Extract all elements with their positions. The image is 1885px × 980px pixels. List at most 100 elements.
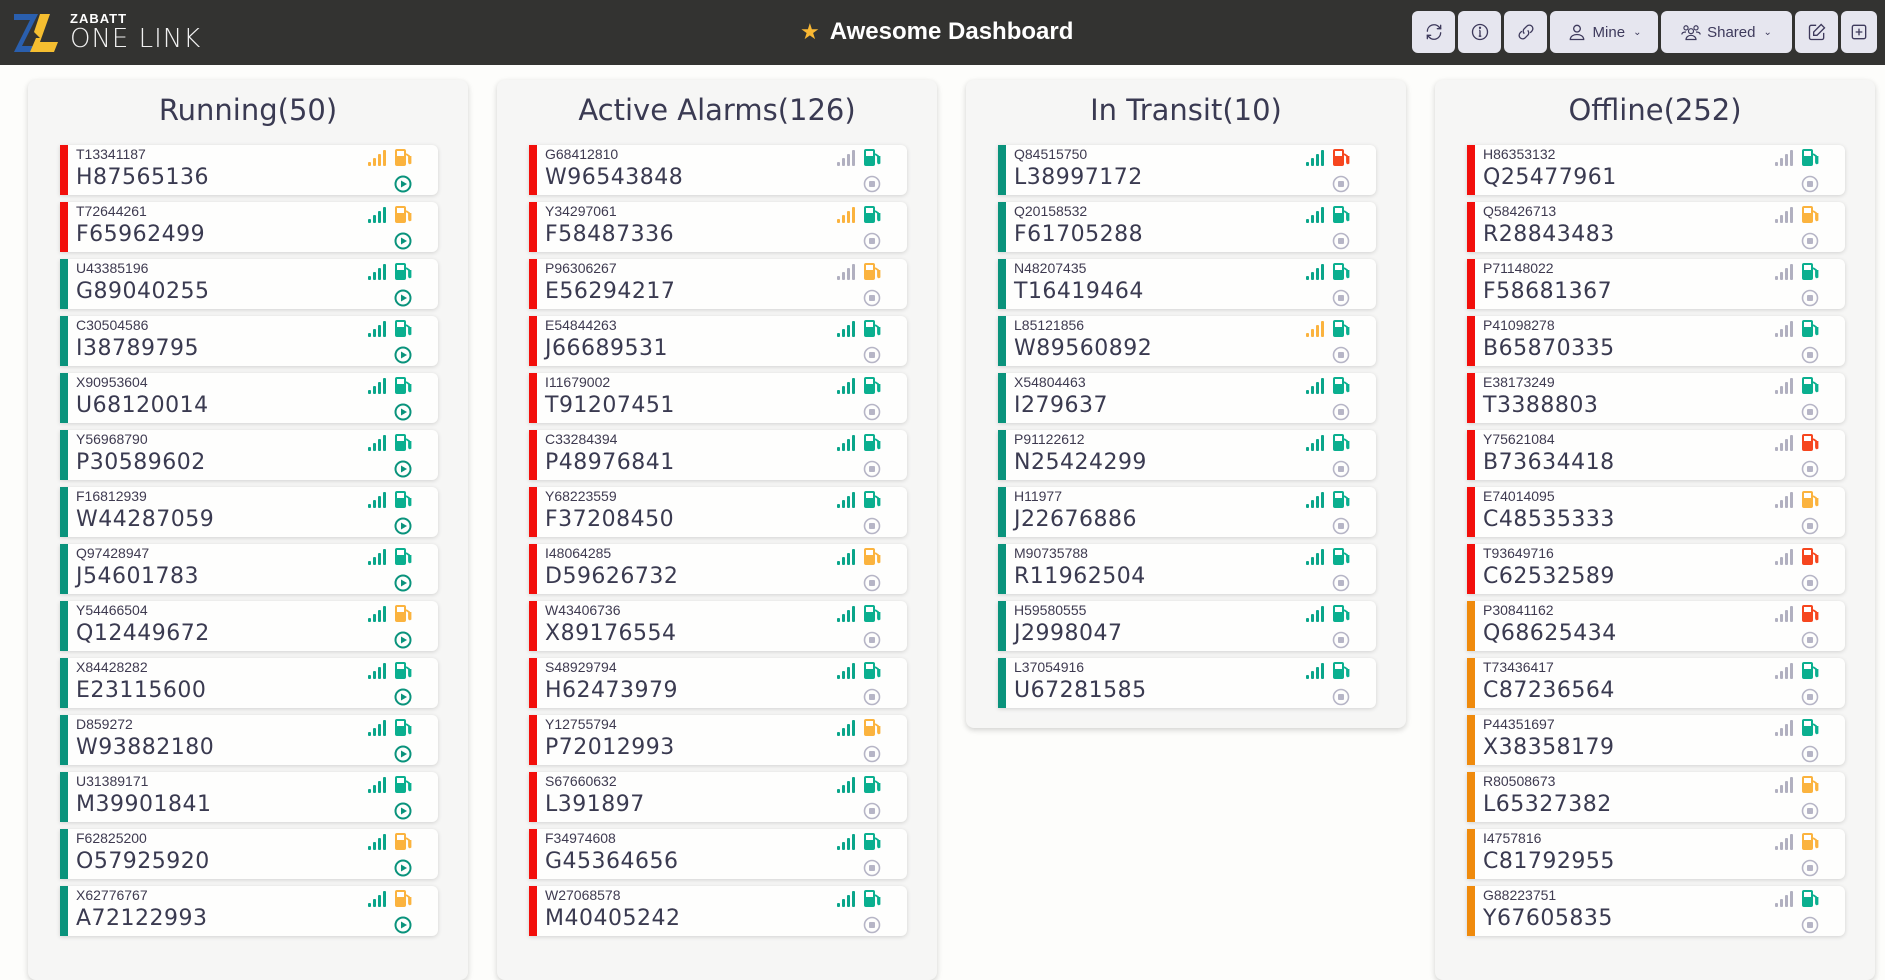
vehicle-card[interactable]: W27068578 M40405242 [529,886,907,936]
play-icon[interactable] [394,289,412,307]
stop-icon[interactable] [1332,631,1350,649]
stop-icon[interactable] [1801,517,1819,535]
info-button[interactable] [1458,11,1501,53]
vehicle-list[interactable]: Q84515750 L38997172 Q20158532 F61705288 N482… [966,145,1406,708]
vehicle-card[interactable]: H86353132 Q25477961 [1467,145,1845,195]
play-icon[interactable] [394,346,412,364]
vehicle-card[interactable]: Y12755794 P72012993 [529,715,907,765]
vehicle-card[interactable]: E54844263 J66689531 [529,316,907,366]
vehicle-card[interactable]: Q84515750 L38997172 [998,145,1376,195]
vehicle-list[interactable]: H86353132 Q25477961 Q58426713 R28843483 P711… [1435,145,1875,936]
stop-icon[interactable] [1801,289,1819,307]
stop-icon[interactable] [863,802,881,820]
stop-icon[interactable] [1332,346,1350,364]
vehicle-card[interactable]: E38173249 T3388803 [1467,373,1845,423]
mine-dropdown[interactable]: Mine ⌄ [1550,11,1658,53]
logo[interactable]: ZABATT ONE LINK [14,12,201,52]
vehicle-card[interactable]: Q97428947 J54601783 [60,544,438,594]
play-icon[interactable] [394,175,412,193]
vehicle-card[interactable]: F34974608 G45364656 [529,829,907,879]
vehicle-card[interactable]: X54804463 I279637 [998,373,1376,423]
play-icon[interactable] [394,688,412,706]
vehicle-card[interactable]: W43406736 X89176554 [529,601,907,651]
vehicle-card[interactable]: X62776767 A72122993 [60,886,438,936]
play-icon[interactable] [394,574,412,592]
vehicle-card[interactable]: Q58426713 R28843483 [1467,202,1845,252]
edit-button[interactable] [1795,11,1838,53]
vehicle-list[interactable]: T13341187 H87565136 T72644261 F65962499 U433… [28,145,468,936]
stop-icon[interactable] [1801,232,1819,250]
stop-icon[interactable] [1801,688,1819,706]
stop-icon[interactable] [1801,859,1819,877]
vehicle-card[interactable]: H11977 J22676886 [998,487,1376,537]
stop-icon[interactable] [1801,403,1819,421]
stop-icon[interactable] [1332,403,1350,421]
vehicle-card[interactable]: H59580555 J2998047 [998,601,1376,651]
vehicle-card[interactable]: I11679002 T91207451 [529,373,907,423]
stop-icon[interactable] [1332,175,1350,193]
play-icon[interactable] [394,859,412,877]
play-icon[interactable] [394,460,412,478]
vehicle-card[interactable]: L85121856 W89560892 [998,316,1376,366]
stop-icon[interactable] [1332,460,1350,478]
stop-icon[interactable] [1801,460,1819,478]
vehicle-card[interactable]: M90735788 R11962504 [998,544,1376,594]
play-icon[interactable] [394,517,412,535]
stop-icon[interactable] [1801,631,1819,649]
stop-icon[interactable] [1332,232,1350,250]
vehicle-card[interactable]: T13341187 H87565136 [60,145,438,195]
star-icon[interactable]: ★ [800,19,820,45]
vehicle-card[interactable]: G68412810 W96543848 [529,145,907,195]
stop-icon[interactable] [1801,802,1819,820]
vehicle-card[interactable]: I48064285 D59626732 [529,544,907,594]
stop-icon[interactable] [863,403,881,421]
vehicle-card[interactable]: F62825200 O57925920 [60,829,438,879]
link-button[interactable] [1504,11,1547,53]
vehicle-card[interactable]: I4757816 C81792955 [1467,829,1845,879]
vehicle-card[interactable]: X84428282 E23115600 [60,658,438,708]
stop-icon[interactable] [863,631,881,649]
stop-icon[interactable] [863,859,881,877]
stop-icon[interactable] [1801,346,1819,364]
vehicle-card[interactable]: Q20158532 F61705288 [998,202,1376,252]
stop-icon[interactable] [863,460,881,478]
play-icon[interactable] [394,802,412,820]
vehicle-card[interactable]: G88223751 Y67605835 [1467,886,1845,936]
vehicle-card[interactable]: Y75621084 B73634418 [1467,430,1845,480]
stop-icon[interactable] [863,517,881,535]
play-icon[interactable] [394,916,412,934]
vehicle-card[interactable]: D859272 W93882180 [60,715,438,765]
stop-icon[interactable] [863,175,881,193]
vehicle-card[interactable]: P41098278 B65870335 [1467,316,1845,366]
play-icon[interactable] [394,232,412,250]
vehicle-card[interactable]: P44351697 X38358179 [1467,715,1845,765]
vehicle-card[interactable]: X90953604 U68120014 [60,373,438,423]
vehicle-card[interactable]: Y56968790 P30589602 [60,430,438,480]
play-icon[interactable] [394,745,412,763]
stop-icon[interactable] [863,232,881,250]
vehicle-card[interactable]: S48929794 H62473979 [529,658,907,708]
stop-icon[interactable] [1332,688,1350,706]
vehicle-card[interactable]: P71148022 F58681367 [1467,259,1845,309]
vehicle-card[interactable]: T72644261 F65962499 [60,202,438,252]
vehicle-card[interactable]: R80508673 L65327382 [1467,772,1845,822]
stop-icon[interactable] [1801,175,1819,193]
vehicle-card[interactable]: N48207435 T16419464 [998,259,1376,309]
vehicle-card[interactable]: S67660632 L391897 [529,772,907,822]
vehicle-card[interactable]: U31389171 M39901841 [60,772,438,822]
add-button[interactable] [1841,11,1877,53]
stop-icon[interactable] [863,688,881,706]
vehicle-card[interactable]: P91122612 N25424299 [998,430,1376,480]
vehicle-card[interactable]: Y54466504 Q12449672 [60,601,438,651]
vehicle-card[interactable]: T73436417 C87236564 [1467,658,1845,708]
stop-icon[interactable] [1332,289,1350,307]
vehicle-card[interactable]: Y68223559 F37208450 [529,487,907,537]
stop-icon[interactable] [863,745,881,763]
vehicle-card[interactable]: C30504586 I38789795 [60,316,438,366]
stop-icon[interactable] [1801,574,1819,592]
stop-icon[interactable] [863,916,881,934]
refresh-button[interactable] [1412,11,1455,53]
play-icon[interactable] [394,403,412,421]
vehicle-card[interactable]: T93649716 C62532589 [1467,544,1845,594]
vehicle-card[interactable]: P96306267 E56294217 [529,259,907,309]
